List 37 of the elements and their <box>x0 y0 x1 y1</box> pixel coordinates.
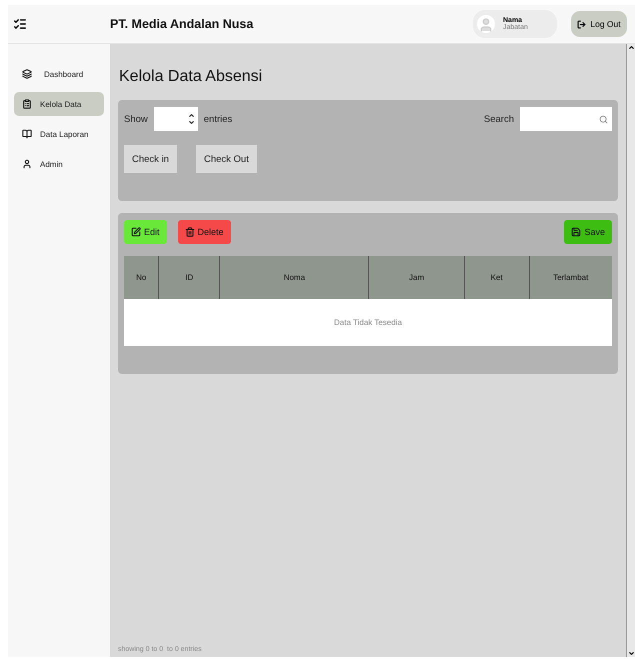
show-label: Show <box>124 114 148 124</box>
floppy-icon <box>571 227 582 237</box>
scroll-down-icon[interactable] <box>628 650 634 657</box>
edit-button[interactable]: Edit <box>124 220 167 244</box>
company-name: PT. Media Andalan Nusa <box>110 17 254 31</box>
column-header: No <box>124 256 158 299</box>
clipboard-icon <box>22 99 32 109</box>
sidebar-item[interactable]: Kelola Data <box>14 92 104 116</box>
sidebar-item[interactable]: Data Laporan <box>14 122 104 146</box>
column-header: Ket <box>464 256 529 299</box>
book-icon <box>22 129 32 139</box>
action-button[interactable]: Check in <box>124 145 177 173</box>
scroll-up-icon[interactable] <box>628 44 634 51</box>
column-header: ID <box>158 256 220 299</box>
empty-message: Data Tidak Tesedia <box>124 299 612 346</box>
avatar-icon <box>477 15 495 33</box>
logout-button[interactable]: Log Out <box>571 11 627 37</box>
trash-icon <box>184 227 195 237</box>
search-icon <box>599 114 608 124</box>
save-button[interactable]: Save <box>564 220 612 244</box>
sidebar-item[interactable]: Admin <box>14 152 104 176</box>
edit-icon <box>131 227 141 237</box>
delete-button[interactable]: Delete <box>178 220 231 244</box>
search-label: Search <box>484 114 514 124</box>
sidebar-item[interactable]: Dashboard <box>14 62 104 86</box>
column-header: Terlambat <box>528 256 612 299</box>
scrollbar[interactable] <box>626 44 635 657</box>
page-title: Kelola Data Absensi <box>119 68 264 86</box>
column-header: Jam <box>368 256 464 299</box>
user-icon <box>22 159 32 169</box>
search-field[interactable] <box>520 107 612 131</box>
action-button[interactable]: Check Out <box>196 145 257 173</box>
layers-icon <box>22 69 32 79</box>
column-header: Noma <box>219 256 368 299</box>
logout-icon <box>577 20 586 28</box>
menu-icon[interactable] <box>13 17 27 31</box>
entries-label: entries <box>204 114 232 124</box>
